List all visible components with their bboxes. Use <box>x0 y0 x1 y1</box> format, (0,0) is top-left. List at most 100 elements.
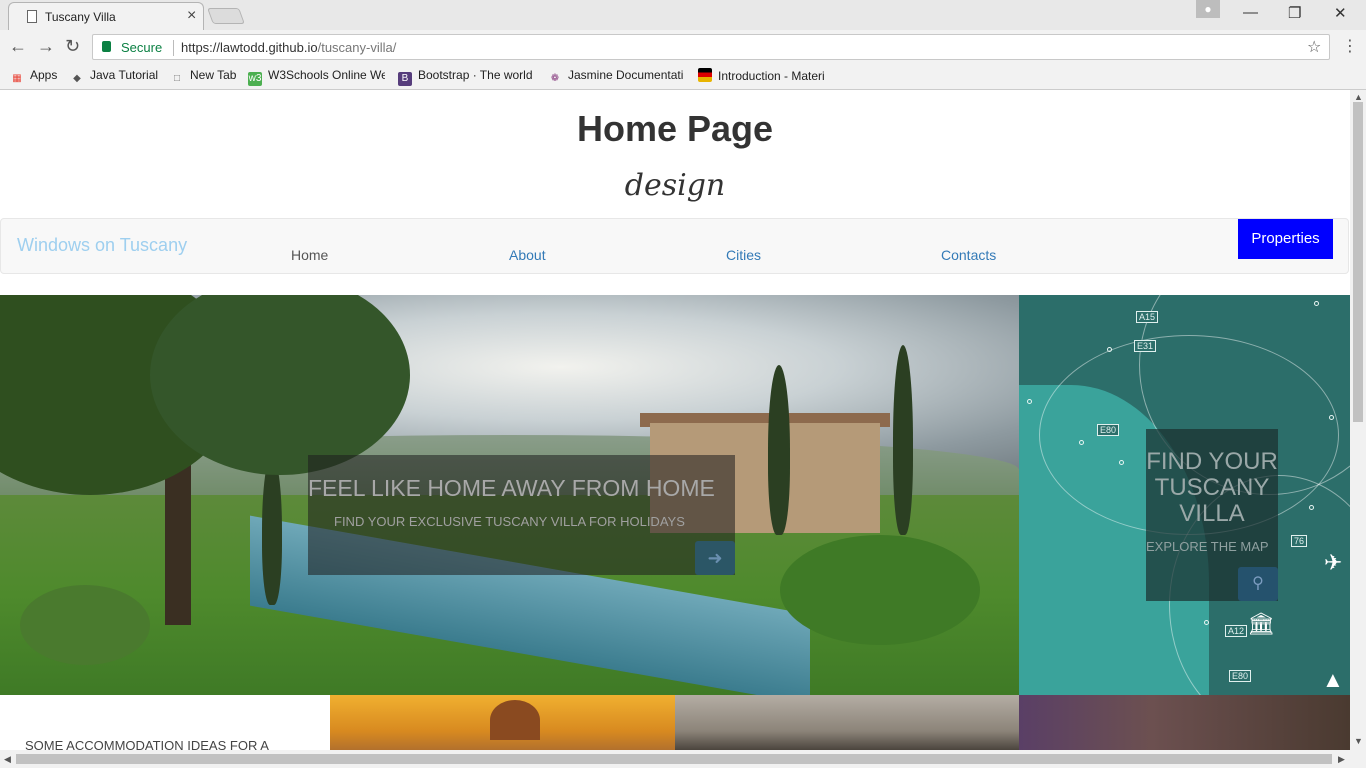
nav-cities[interactable]: Cities <box>726 247 761 263</box>
scroll-right-icon[interactable]: ▶ <box>1338 754 1345 765</box>
page-title: Home Page <box>576 108 774 149</box>
bookmark-java-tutorial[interactable]: ◆ Java Tutorial <box>70 68 158 86</box>
map-caption: FIND YOUR TUSCANY VILLA EXPLORE THE MAP … <box>1146 429 1278 601</box>
cypress-tree <box>893 345 913 535</box>
scroll-down-icon[interactable]: ▼ <box>1354 736 1363 746</box>
secure-label: Secure <box>121 40 163 55</box>
arrow-right-icon: ➜ <box>707 548 723 568</box>
site-navbar: Windows on Tuscany Home About Cities Con… <box>0 218 1349 274</box>
map-marker <box>1309 505 1314 510</box>
minimize-icon[interactable]: — <box>1243 4 1258 21</box>
w3schools-icon: w3 <box>248 72 262 86</box>
properties-button[interactable]: Properties <box>1238 219 1333 259</box>
bookmark-jasmine[interactable]: ❁ Jasmine Documentati <box>548 68 686 86</box>
nav-home[interactable]: Home <box>291 247 328 263</box>
bookmark-materialize[interactable]: Introduction - Materi <box>698 68 836 83</box>
map-marker <box>1329 415 1334 420</box>
tab-title: Tuscany Villa <box>45 10 116 24</box>
horizontal-scroll-thumb[interactable] <box>16 754 1332 764</box>
browser-tab[interactable]: Tuscany Villa × <box>8 2 204 30</box>
address-bar[interactable]: Secure https://lawtodd.github.io/tuscany… <box>92 34 1330 60</box>
tree-icon: ▲ <box>1322 667 1344 692</box>
road-label: E31 <box>1134 340 1157 352</box>
hero-heading: FEEL LIKE HOME AWAY FROM HOME <box>308 475 715 501</box>
road-label: 76 <box>1291 535 1308 547</box>
bookmark-label: Introduction - Materi <box>718 69 825 83</box>
duomo-dome <box>490 700 540 740</box>
hero-caption: FEEL LIKE HOME AWAY FROM HOME FIND YOUR … <box>308 455 735 575</box>
lock-icon <box>102 41 111 52</box>
scroll-left-icon[interactable]: ◀ <box>4 754 11 765</box>
page-icon <box>27 10 37 23</box>
bootstrap-icon: B <box>398 72 412 86</box>
map-marker <box>1079 440 1084 445</box>
diamond-icon: ◆ <box>73 73 81 84</box>
stone-village-thumbnail[interactable] <box>675 695 1019 750</box>
url-host: https://lawtodd.github.io <box>181 40 318 55</box>
browser-chrome: Tuscany Villa × ● — ❐ ✕ ← → ↻ Secure htt… <box>0 0 1366 90</box>
search-icon: ⚲ <box>1252 575 1264 592</box>
map-marker <box>1119 460 1124 465</box>
map-marker <box>1107 347 1112 352</box>
flag-icon <box>698 68 712 82</box>
bookmark-label: Jasmine Documentati <box>568 68 684 82</box>
accommodation-strip: SOME ACCOMMODATION IDEAS FOR A <box>0 695 1350 750</box>
interior-thumbnail[interactable] <box>1019 695 1350 750</box>
url-text[interactable]: https://lawtodd.github.io/tuscany-villa/ <box>181 40 396 55</box>
bookmark-bootstrap[interactable]: B Bootstrap · The world <box>398 68 534 86</box>
map-heading: FIND YOUR TUSCANY VILLA <box>1146 448 1278 527</box>
airport-icon: ✈ <box>1324 550 1343 575</box>
reload-icon[interactable]: ↻ <box>65 36 80 57</box>
florence-thumbnail[interactable] <box>330 695 675 750</box>
restore-icon[interactable]: ❐ <box>1288 4 1301 22</box>
map-search-button[interactable]: ⚲ <box>1238 567 1278 601</box>
road-label: A15 <box>1136 311 1159 323</box>
bookmark-label: Java Tutorial <box>90 68 159 82</box>
nav-contacts[interactable]: Contacts <box>941 247 996 263</box>
hero-subheading: FIND YOUR EXCLUSIVE TUSCANY VILLA FOR HO… <box>334 514 685 529</box>
vertical-scrollbar[interactable]: ▲ ▼ <box>1350 90 1366 750</box>
divider <box>173 40 174 56</box>
tree-trunk <box>165 465 191 625</box>
cypress-tree <box>768 365 790 535</box>
map-marker <box>1314 301 1319 306</box>
garden-bush <box>780 535 980 645</box>
scroll-up-icon[interactable]: ▲ <box>1354 92 1363 102</box>
new-tab-button[interactable] <box>207 8 245 24</box>
map-subheading: EXPLORE THE MAP <box>1146 539 1269 554</box>
apps-grid-icon: ▦ <box>12 73 22 84</box>
menu-icon[interactable]: ⋮ <box>1342 36 1358 56</box>
bookmark-label: Bootstrap · The world <box>418 68 533 82</box>
museum-icon: 🏛 <box>1247 611 1275 636</box>
cypress-tree <box>262 455 282 605</box>
bookmarks-bar: ▦ Apps ◆ Java Tutorial □ New Tab w3 W3School… <box>0 64 1366 90</box>
browser-toolbar: ← → ↻ Secure https://lawtodd.github.io/t… <box>0 30 1366 64</box>
map-panel: A15 E31 E80 A12 E80 76 🏛 ✈ ▲ FIND YOUR T… <box>1019 295 1350 695</box>
back-icon[interactable]: ← <box>9 36 27 57</box>
forward-icon[interactable]: → <box>37 36 55 57</box>
bookmark-new-tab[interactable]: □ New Tab <box>170 68 237 86</box>
close-icon[interactable]: × <box>187 7 196 25</box>
hero-arrow-button[interactable]: ➜ <box>695 541 735 575</box>
bookmark-apps[interactable]: ▦ Apps <box>10 68 57 86</box>
page-subtitle: design <box>624 168 726 203</box>
road-label: E80 <box>1097 424 1120 436</box>
road-label: E80 <box>1229 670 1252 682</box>
nav-about[interactable]: About <box>509 247 546 263</box>
bookmark-w3schools[interactable]: w3 W3Schools Online We <box>248 68 385 86</box>
close-window-icon[interactable]: ✕ <box>1334 4 1347 22</box>
horizontal-scrollbar[interactable]: ◀ ▶ <box>0 750 1366 768</box>
web-page: Home Page design Windows on Tuscany Home… <box>0 90 1350 750</box>
accommodation-heading: SOME ACCOMMODATION IDEAS FOR A <box>25 738 269 750</box>
url-path: /tuscany-villa/ <box>317 40 397 55</box>
navbar-brand[interactable]: Windows on Tuscany <box>17 235 187 256</box>
bookmark-star-icon[interactable]: ☆ <box>1307 37 1321 57</box>
map-marker <box>1027 399 1032 404</box>
vertical-scroll-thumb[interactable] <box>1353 102 1363 422</box>
bookmark-label: W3Schools Online We <box>268 68 385 82</box>
jasmine-icon: ❁ <box>550 73 560 84</box>
profile-icon[interactable]: ● <box>1196 0 1220 18</box>
map-marker <box>1204 620 1209 625</box>
garden-bush <box>20 585 150 665</box>
hero-banner: FEEL LIKE HOME AWAY FROM HOME FIND YOUR … <box>0 295 1019 695</box>
